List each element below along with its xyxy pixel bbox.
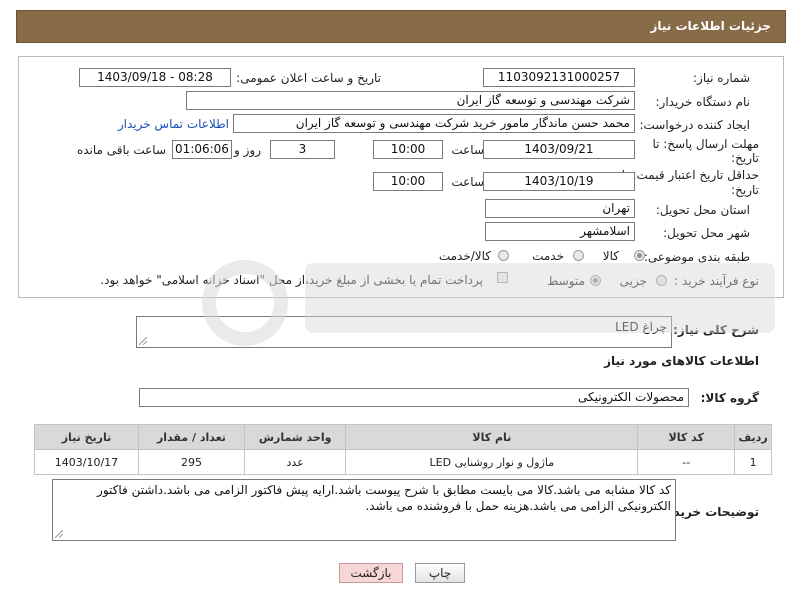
col-need-date: تاریخ نیاز bbox=[34, 424, 139, 450]
days-field: 3 bbox=[270, 140, 335, 159]
reply-time-field: 10:00 bbox=[373, 140, 443, 159]
resize-grip-icon[interactable] bbox=[55, 530, 63, 538]
goods-group-field: محصولات الکترونیکی bbox=[139, 388, 689, 407]
cell-unit: عدد bbox=[243, 449, 347, 475]
treasury-payment-checkbox[interactable] bbox=[497, 272, 508, 283]
category-both-radio[interactable] bbox=[498, 250, 509, 261]
price-valid-label-2: تاریخ: bbox=[731, 183, 759, 197]
days-label: روز و bbox=[234, 143, 261, 157]
category-service-label: خدمت bbox=[532, 249, 564, 263]
summary-label: شرح کلی نیاز: bbox=[673, 323, 759, 337]
city-label: شهر محل تحویل: bbox=[663, 226, 750, 240]
price-valid-time-field: 10:00 bbox=[373, 172, 443, 191]
creator-label: ایجاد کننده درخواست: bbox=[639, 118, 750, 132]
buyer-notes-text: کد کالا مشابه می باشد.کالا می بایست مطاب… bbox=[97, 483, 671, 513]
remaining-field: 01:06:06 bbox=[172, 140, 232, 159]
category-label: طبقه بندی موضوعی: bbox=[643, 250, 750, 264]
reply-time-label: ساعت bbox=[451, 143, 484, 157]
col-unit: واحد شمارش bbox=[243, 424, 347, 450]
category-service-radio[interactable] bbox=[573, 250, 584, 261]
category-goods-radio[interactable] bbox=[634, 250, 645, 261]
process-minor-label: جزیی bbox=[619, 274, 647, 288]
announce-field: 1403/09/18 - 08:28 bbox=[79, 68, 231, 87]
summary-field: چراغ LED bbox=[136, 316, 672, 348]
cell-need-date: 1403/10/17 bbox=[34, 449, 139, 475]
process-minor-radio[interactable] bbox=[656, 275, 667, 286]
city-field: اسلامشهر bbox=[485, 222, 635, 241]
process-label: نوع فرآیند خرید : bbox=[674, 274, 759, 288]
category-both-label: کالا/خدمت bbox=[438, 249, 491, 263]
buyer-org-label: نام دستگاه خریدار: bbox=[655, 95, 751, 109]
buyer-org-field: شرکت مهندسی و توسعه گاز ایران bbox=[186, 91, 635, 110]
cell-name: ماژول و نوار روشنایی LED bbox=[345, 449, 639, 475]
reply-deadline-label-2: تاریخ: bbox=[731, 151, 759, 165]
need-number-field: 1103092131000257 bbox=[483, 68, 635, 87]
resize-grip-icon[interactable] bbox=[139, 337, 147, 345]
summary-text: چراغ LED bbox=[615, 320, 667, 334]
creator-field: محمد حسن ماندگار مامور خرید شرکت مهندسی … bbox=[233, 114, 635, 133]
table-row: 1 -- ماژول و نوار روشنایی LED عدد 295 14… bbox=[34, 449, 772, 475]
price-valid-date-field: 1403/10/19 bbox=[483, 172, 635, 191]
remaining-label: ساعت باقی مانده bbox=[76, 143, 166, 157]
col-qty: تعداد / مقدار bbox=[137, 424, 245, 450]
print-button[interactable]: چاپ bbox=[415, 563, 465, 583]
announce-label: تاریخ و ساعت اعلان عمومی: bbox=[236, 71, 381, 85]
goods-section-title: اطلاعات کالاهای مورد نیاز bbox=[604, 354, 759, 368]
page-header: جزئیات اطلاعات نیاز bbox=[16, 10, 786, 43]
cell-qty: 295 bbox=[137, 449, 245, 475]
col-name: نام کالا bbox=[345, 424, 639, 450]
province-label: استان محل تحویل: bbox=[655, 203, 750, 217]
contact-buyer-link[interactable]: اطلاعات تماس خریدار bbox=[118, 117, 229, 131]
cell-row: 1 bbox=[734, 449, 772, 475]
cell-code: -- bbox=[637, 449, 736, 475]
col-row: ردیف bbox=[734, 424, 772, 450]
price-valid-label: حداقل تاریخ اعتبار قیمت: تا bbox=[621, 168, 759, 182]
buyer-notes-field: کد کالا مشابه می باشد.کالا می بایست مطاب… bbox=[52, 479, 676, 541]
col-code: کد کالا bbox=[637, 424, 736, 450]
reply-date-field: 1403/09/21 bbox=[483, 140, 635, 159]
page-title: جزئیات اطلاعات نیاز bbox=[650, 19, 771, 33]
back-button[interactable]: بازگشت bbox=[339, 563, 403, 583]
need-number-label: شماره نیاز: bbox=[693, 71, 750, 85]
price-valid-time-label: ساعت bbox=[451, 175, 484, 189]
process-medium-radio[interactable] bbox=[590, 275, 601, 286]
reply-deadline-label: مهلت ارسال پاسخ: تا bbox=[652, 137, 759, 151]
treasury-payment-note: پرداخت تمام یا بخشی از مبلغ خرید،از محل … bbox=[100, 273, 483, 287]
goods-table: ردیف کد کالا نام کالا واحد شمارش تعداد /… bbox=[34, 424, 772, 475]
goods-group-label: گروه کالا: bbox=[700, 391, 759, 405]
province-field: تهران bbox=[485, 199, 635, 218]
goods-table-header: ردیف کد کالا نام کالا واحد شمارش تعداد /… bbox=[34, 424, 772, 450]
process-medium-label: متوسط bbox=[547, 274, 585, 288]
category-goods-label: کالا bbox=[602, 249, 619, 263]
